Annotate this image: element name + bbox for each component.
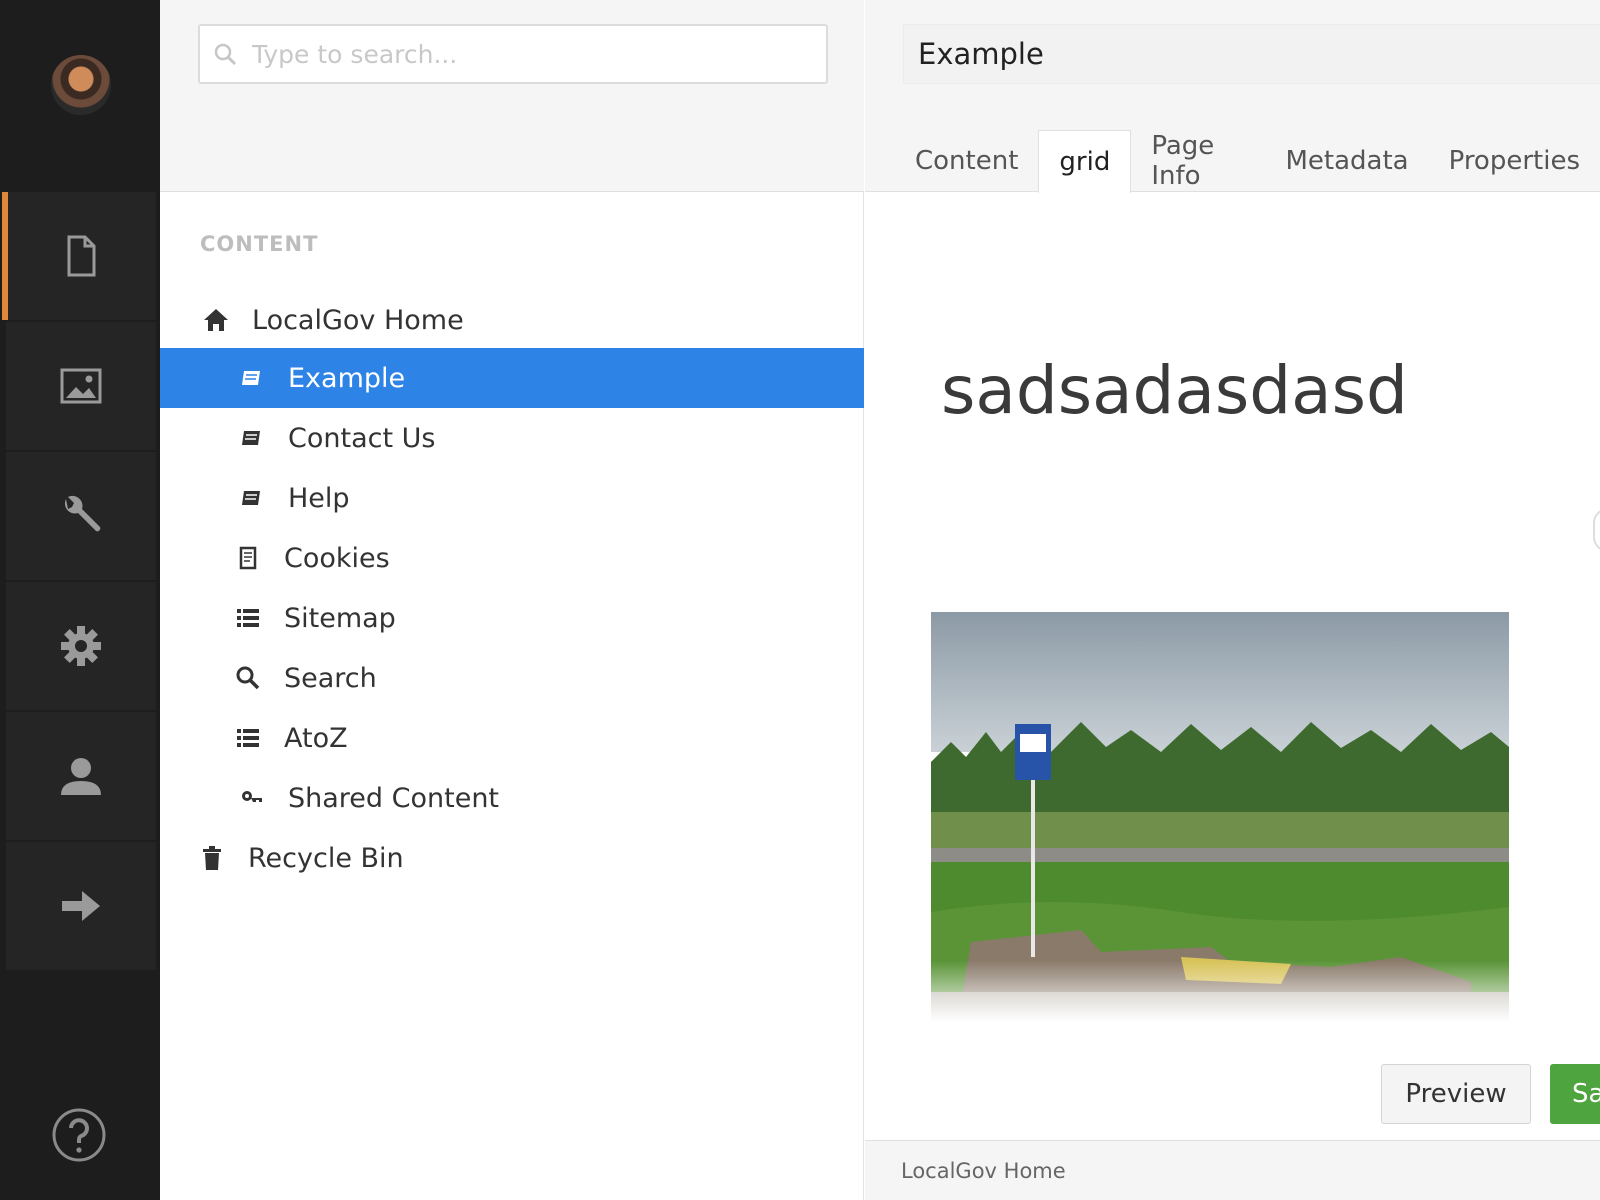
tree-item-atoz[interactable]: AtoZ [160,708,864,768]
search-input[interactable] [252,39,812,69]
tree-section-title: CONTENT [200,232,319,256]
page-headline[interactable]: sadsadasdasd [941,352,1408,429]
tree-header [160,0,864,192]
tree-item-label: AtoZ [284,722,348,754]
search-icon [214,43,237,66]
media-icon [60,368,102,404]
document-icon [236,422,268,454]
tab-metadata[interactable]: Metadata [1265,130,1428,192]
tree-item-example[interactable]: Example [160,348,864,408]
help-icon[interactable] [50,1106,108,1164]
tab-content[interactable]: Content [895,130,1038,192]
tree-item-help[interactable]: Help [160,468,864,528]
tree-item-search[interactable]: Search [160,648,864,708]
node-name-input[interactable]: Example [903,24,1600,84]
breadcrumb-item[interactable]: LocalGov Home [901,1159,1066,1183]
tree-item-shared-content[interactable]: Shared Content [160,768,864,828]
document-icon [236,482,268,514]
content-tree-panel: CONTENT LocalGov Home Example Contact Us… [160,0,864,1200]
settings-icon [61,626,101,666]
page-icon [232,542,264,574]
tab-properties[interactable]: Properties [1429,130,1600,192]
trash-icon [196,842,228,874]
tab-page-info[interactable]: Page Info [1131,130,1265,192]
rail-header [0,0,160,192]
tree-item-label: Sitemap [284,602,396,634]
rail-content-button[interactable] [2,192,156,320]
list-icon [232,602,264,634]
tree-item-label: Cookies [284,542,390,574]
wrench-icon [64,495,101,532]
tree-item-recycle-bin[interactable]: Recycle Bin [160,828,864,888]
tree-item-label: Shared Content [288,782,500,814]
breadcrumb: LocalGov Home [865,1140,1600,1200]
tree-item-localgov-home[interactable]: LocalGov Home [160,290,864,350]
editor-header: Example Content grid Page Info Metadata … [865,0,1600,193]
key-icon [236,782,268,814]
tree-item-label: Search [284,662,377,694]
editor-tabs: Content grid Page Info Metadata Properti… [895,130,1600,193]
save-button[interactable]: Save [1550,1064,1600,1124]
tree-item-label: Example [288,362,406,394]
avatar[interactable] [51,55,111,115]
tab-grid[interactable]: grid [1038,130,1132,193]
rail-users-button[interactable] [6,712,156,840]
grid-row-handle[interactable] [1593,508,1600,552]
tree-item-label: Recycle Bin [248,842,404,874]
content-icon [67,235,96,277]
tree-item-sitemap[interactable]: Sitemap [160,588,864,648]
content-image[interactable] [931,612,1509,1022]
list-icon [232,722,264,754]
rail-media-button[interactable] [6,322,156,450]
tree-item-label: LocalGov Home [252,304,464,336]
tree-item-cookies[interactable]: Cookies [160,528,864,588]
tree-item-label: Help [288,482,350,514]
search-box[interactable] [198,24,828,84]
tree-item-contact-us[interactable]: Contact Us [160,408,864,468]
document-icon [236,362,268,394]
editor-panel: Example Content grid Page Info Metadata … [865,0,1600,1200]
arrow-icon [62,891,100,921]
preview-button[interactable]: Preview [1381,1064,1531,1124]
search-icon [232,662,264,694]
main-navigation-rail [0,0,160,1200]
rail-developer-button[interactable] [6,452,156,580]
tree-item-label: Contact Us [288,422,436,454]
home-icon [200,304,232,336]
rail-settings-button[interactable] [6,582,156,710]
rail-forms-button[interactable] [6,842,156,970]
user-icon [61,758,101,795]
